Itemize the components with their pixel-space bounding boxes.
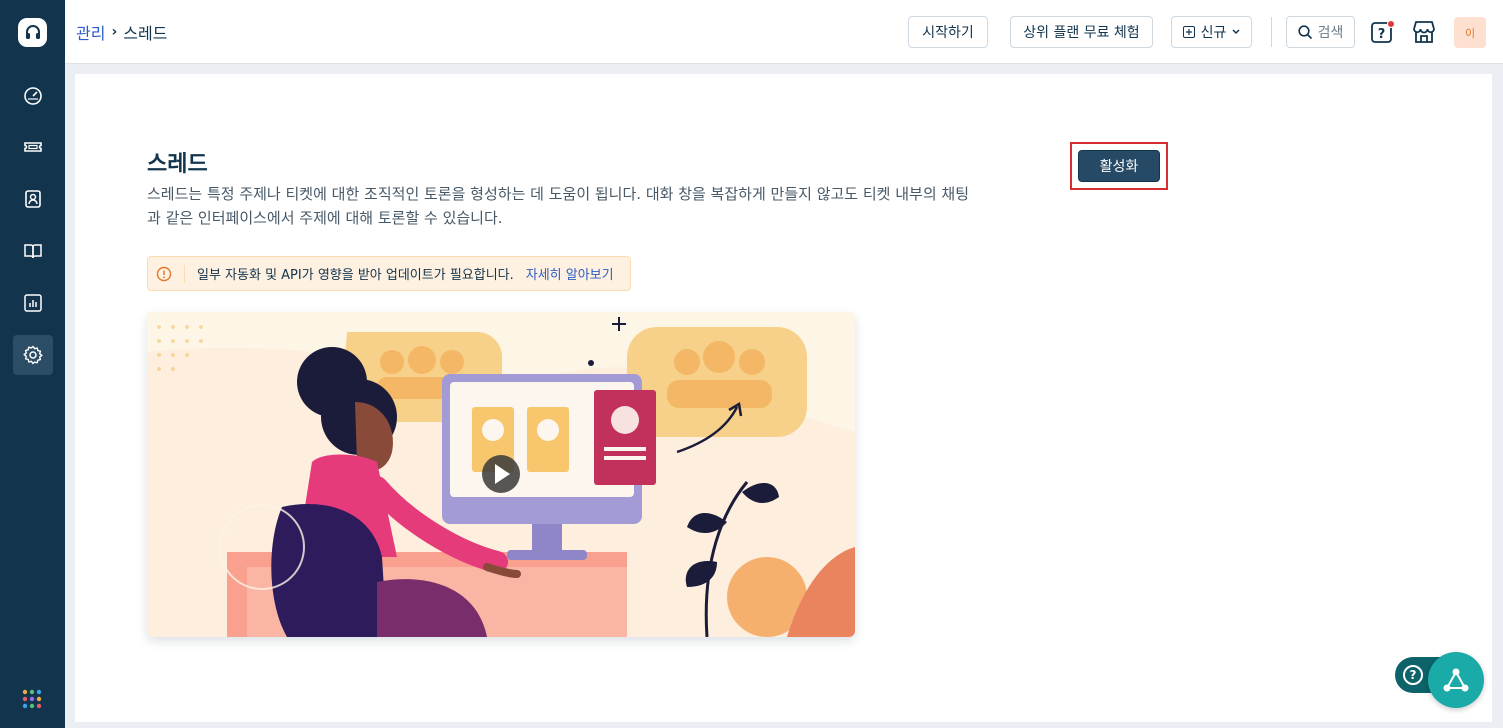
new-dropdown-button[interactable]: 신규 [1171,16,1252,48]
book-icon [24,244,42,259]
sidebar-item-contacts[interactable] [13,179,53,219]
help-menu-button[interactable]: ? [1368,17,1398,47]
sidebar-item-knowledge-base[interactable] [13,231,53,271]
breadcrumb: 관리 › 스레드 [76,20,167,44]
chevron-down-icon [1232,29,1240,35]
top-header: 관리 › 스레드 시작하기 상위 플랜 무료 체험 신규 검색 ? 이 [65,0,1503,64]
search-label: 검색 [1317,25,1344,41]
speedometer-icon [24,87,42,105]
freddy-bot-button[interactable] [1428,652,1484,708]
page-title: 스레드 [147,152,208,177]
upgrade-trial-button[interactable]: 상위 플랜 무료 체험 [1010,16,1153,48]
user-avatar[interactable]: 이 [1454,17,1486,48]
ticket-icon [24,142,42,152]
breadcrumb-admin-link[interactable]: 관리 [76,20,105,44]
plus-box-icon [1182,26,1195,38]
notice-divider [184,264,185,283]
question-chat-icon: ? [1371,20,1395,43]
sidebar-item-tickets[interactable] [13,127,53,167]
store-icon [1413,21,1435,43]
headset-icon [25,24,40,39]
main-content: 스레드 스레드는 특정 주제나 티켓에 대한 조직적인 토론을 형성하는 데 도… [75,74,1492,722]
new-label: 신규 [1200,25,1227,41]
breadcrumb-separator: › [111,24,118,40]
header-divider [1271,17,1272,47]
activate-highlight: 활성화 [1070,142,1168,190]
sidebar-item-reports[interactable] [13,283,53,323]
info-warning-icon [156,266,172,281]
illustration-woman-at-computer [147,312,855,637]
search-icon [1298,24,1312,39]
page-description: 스레드는 특정 주제나 티켓에 대한 조직적인 토론을 형성하는 데 도움이 됩… [147,185,969,227]
svg-text:?: ? [1378,27,1386,42]
get-started-button[interactable]: 시작하기 [908,16,988,48]
network-nodes-icon [1443,668,1469,692]
learn-more-link[interactable]: 자세히 알아보기 [526,264,614,283]
bar-chart-icon [24,294,42,312]
warning-notice: 일부 자동화 및 API가 영향을 받아 업데이트가 필요합니다. 자세히 알아… [147,256,631,291]
marketplace-button[interactable] [1409,17,1439,47]
sidebar-item-admin[interactable] [13,335,53,375]
app-switcher-icon[interactable] [22,689,42,709]
notice-text: 일부 자동화 및 API가 영향을 받아 업데이트가 필요합니다. [197,268,514,283]
freshdesk-logo[interactable] [18,18,47,47]
contact-card-icon [25,190,41,208]
breadcrumb-current: 스레드 [123,24,168,43]
search-button[interactable]: 검색 [1286,16,1355,48]
intro-video-thumbnail[interactable] [147,312,855,637]
sidebar [0,0,65,728]
gear-icon [23,345,43,365]
question-icon: ? [1403,665,1423,685]
sidebar-item-dashboard[interactable] [13,76,53,116]
activate-button[interactable]: 활성화 [1078,150,1160,182]
